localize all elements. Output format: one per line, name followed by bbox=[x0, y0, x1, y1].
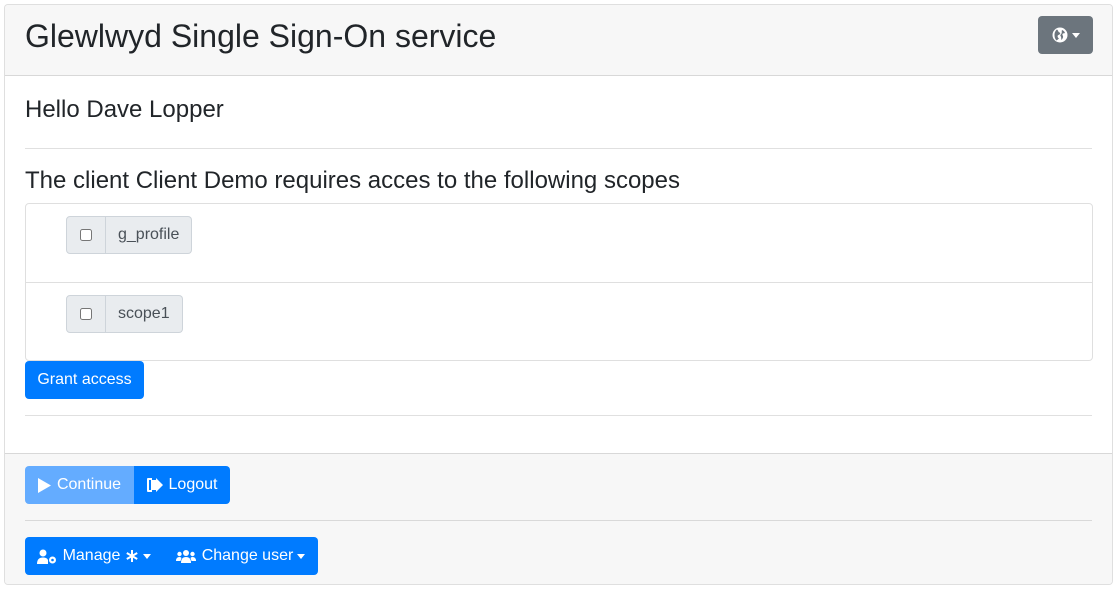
user-button-group: Manage Change user bbox=[25, 537, 318, 575]
manage-label: Manage bbox=[62, 547, 121, 564]
globe-icon bbox=[1052, 27, 1067, 43]
logout-button[interactable]: Logout bbox=[134, 466, 230, 504]
greeting: Hello Dave Lopper bbox=[25, 96, 224, 123]
users-icon bbox=[175, 550, 196, 563]
scope-input-group: scope1 bbox=[66, 295, 183, 333]
card-header: Glewlwyd Single Sign-On service bbox=[5, 5, 1112, 76]
page-title: Glewlwyd Single Sign-On service bbox=[25, 18, 497, 54]
scope-input-group: g_profile bbox=[66, 216, 193, 254]
chevron-down-icon bbox=[1071, 32, 1080, 38]
scope-checkbox-scope1[interactable] bbox=[80, 308, 92, 320]
logout-label: Logout bbox=[168, 476, 218, 493]
continue-button[interactable]: Continue bbox=[25, 466, 134, 504]
user-cog-icon bbox=[36, 549, 56, 564]
manage-dropdown-button[interactable]: Manage bbox=[25, 537, 163, 575]
list-item: g_profile bbox=[26, 204, 1092, 282]
divider bbox=[25, 520, 1092, 521]
grant-access-button[interactable]: Grant access bbox=[25, 361, 144, 399]
scope-checkbox-addon bbox=[66, 295, 106, 333]
session-button-group: Continue Logout bbox=[25, 466, 230, 504]
divider bbox=[25, 415, 1092, 416]
scope-label: g_profile bbox=[106, 216, 193, 254]
language-dropdown-button[interactable] bbox=[1038, 16, 1093, 54]
scopes-title: The client Client Demo requires acces to… bbox=[25, 167, 680, 194]
card-footer: Continue Logout Manage Change user bbox=[5, 453, 1112, 584]
sign-out-icon bbox=[146, 478, 163, 492]
scope-checkbox-g-profile[interactable] bbox=[80, 229, 92, 241]
scope-list: g_profile scope1 bbox=[25, 203, 1093, 361]
chevron-down-icon bbox=[297, 553, 306, 559]
asterisk-icon bbox=[126, 550, 139, 562]
continue-label: Continue bbox=[56, 476, 122, 493]
login-card: Glewlwyd Single Sign-On service Hello Da… bbox=[4, 4, 1113, 585]
divider bbox=[25, 148, 1092, 149]
play-icon bbox=[37, 477, 51, 493]
scope-label: scope1 bbox=[106, 295, 183, 333]
chevron-down-icon bbox=[143, 553, 152, 559]
change-user-dropdown-button[interactable]: Change user bbox=[163, 537, 318, 575]
change-user-label: Change user bbox=[201, 547, 294, 564]
list-item: scope1 bbox=[26, 282, 1092, 361]
scope-checkbox-addon bbox=[66, 216, 106, 254]
